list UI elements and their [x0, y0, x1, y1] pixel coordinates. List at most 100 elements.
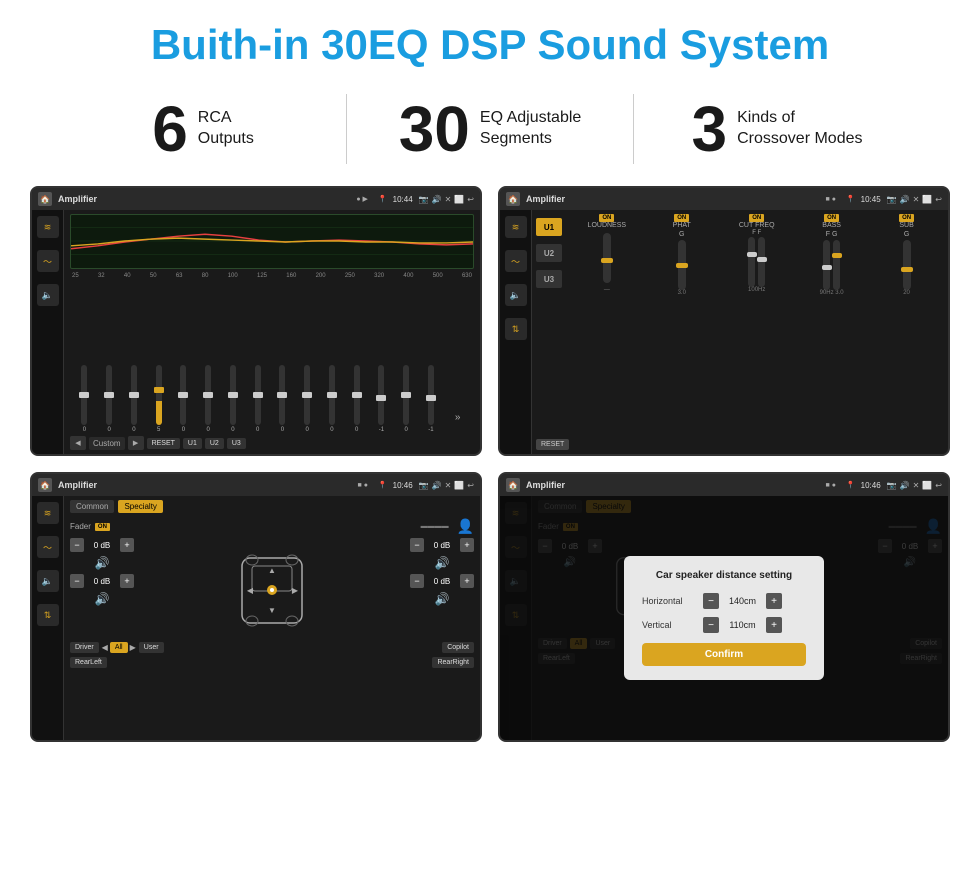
eq-title: Amplifier — [58, 194, 97, 204]
dist-volume: 🔊 — [900, 481, 910, 490]
eq-slider-14[interactable]: 0 — [403, 365, 409, 433]
fader-speaker-btn[interactable]: 🔈 — [37, 570, 59, 592]
vol4-plus[interactable]: + — [460, 574, 474, 588]
phat-on[interactable]: ON — [674, 214, 689, 222]
screens-grid: 🏠 Amplifier ● ▶ 📍 10:44 📷 🔊 ✕ ⬜ ↩ ≋ 〜 🔈 — [0, 182, 980, 752]
freq-50: 50 — [150, 273, 157, 279]
horizontal-minus-btn[interactable]: − — [703, 593, 719, 609]
eq-main-area: 25 32 40 50 63 80 100 125 160 200 250 32… — [64, 210, 480, 454]
cutfreq-on[interactable]: ON — [749, 214, 764, 222]
cross-home-icon[interactable]: 🏠 — [506, 192, 520, 206]
cross-dots: ■ ● — [826, 196, 836, 203]
horizontal-label: Horizontal — [642, 596, 697, 606]
eq-screen-content: ≋ 〜 🔈 — [32, 210, 480, 454]
cross-reset-btn[interactable]: RESET — [536, 439, 569, 450]
eq-slider-2[interactable]: 0 — [106, 365, 112, 433]
eq-more-icon[interactable]: » — [453, 412, 463, 433]
phat-slider[interactable] — [678, 240, 686, 290]
freq-80: 80 — [202, 273, 209, 279]
loudness-on[interactable]: ON — [599, 214, 614, 222]
sub-slider[interactable] — [903, 240, 911, 290]
vertical-minus-btn[interactable]: − — [703, 617, 719, 633]
fader-filter-btn[interactable]: ≋ — [37, 502, 59, 524]
eq-slider-8[interactable]: 0 — [255, 365, 261, 433]
vol3-plus[interactable]: + — [460, 538, 474, 552]
fader-status-icons: 📷 🔊 ✕ ⬜ ↩ — [419, 481, 474, 490]
dist-back[interactable]: ↩ — [935, 481, 942, 490]
bass-slider-2[interactable] — [833, 240, 840, 290]
eq-wave-btn[interactable]: 〜 — [37, 250, 59, 272]
vertical-plus-btn[interactable]: + — [766, 617, 782, 633]
eq-speaker-btn[interactable]: 🔈 — [37, 284, 59, 306]
eq-slider-6[interactable]: 0 — [205, 365, 211, 433]
fader-person-icon: 👤 — [457, 518, 474, 535]
eq-left-panel: ≋ 〜 🔈 — [32, 210, 64, 454]
cross-u1-btn[interactable]: U1 — [536, 218, 562, 236]
fader-on-badge[interactable]: ON — [95, 523, 110, 531]
all-btn[interactable]: All — [110, 642, 128, 653]
confirm-button[interactable]: Confirm — [642, 643, 806, 666]
bass-slider-1[interactable] — [823, 240, 830, 290]
vol4-minus[interactable]: − — [410, 574, 424, 588]
eq-slider-3[interactable]: 0 — [131, 365, 137, 433]
tab-specialty[interactable]: Specialty — [118, 500, 162, 513]
cross-title: Amplifier — [526, 194, 565, 204]
car-diagram-container: ▲ ▼ ◀ ▶ — [140, 538, 404, 638]
eq-slider-4[interactable]: 5 — [156, 365, 162, 433]
cross-arrows-btn[interactable]: ⇅ — [505, 318, 527, 340]
eq-slider-11[interactable]: 0 — [329, 365, 335, 433]
vertical-label: Vertical — [642, 620, 697, 630]
fader-time: 10:46 — [393, 481, 413, 490]
fader-wave-btn[interactable]: 〜 — [37, 536, 59, 558]
rearleft-btn[interactable]: RearLeft — [70, 657, 107, 668]
ctrl-phat: ON PHAT G 3.0 — [646, 214, 717, 450]
fader-tabs: Common Specialty — [70, 500, 474, 513]
vol3-minus[interactable]: − — [410, 538, 424, 552]
eq-slider-7[interactable]: 0 — [230, 365, 236, 433]
eq-slider-1[interactable]: 0 — [81, 365, 87, 433]
phat-g-label: G — [679, 231, 684, 238]
fader-back[interactable]: ↩ — [467, 481, 474, 490]
eq-prev-btn[interactable]: ◀ — [70, 436, 86, 450]
cross-back[interactable]: ↩ — [935, 195, 942, 204]
sub-on[interactable]: ON — [899, 214, 914, 222]
eq-reset-btn[interactable]: RESET — [147, 438, 180, 449]
cross-u3-btn[interactable]: U3 — [536, 270, 562, 288]
dist-home-icon[interactable]: 🏠 — [506, 478, 520, 492]
eq-u2-btn[interactable]: U2 — [205, 438, 224, 449]
eq-u1-btn[interactable]: U1 — [183, 438, 202, 449]
driver-btn[interactable]: Driver — [70, 642, 99, 653]
eq-slider-15[interactable]: -1 — [428, 365, 434, 433]
horizontal-plus-btn[interactable]: + — [766, 593, 782, 609]
loudness-slider[interactable] — [603, 233, 611, 283]
eq-slider-13[interactable]: -1 — [378, 365, 384, 433]
tab-common[interactable]: Common — [70, 500, 114, 513]
copilot-btn[interactable]: Copilot — [442, 642, 474, 653]
eq-slider-12[interactable]: 0 — [354, 365, 360, 433]
eq-slider-10[interactable]: 0 — [304, 365, 310, 433]
back-icon[interactable]: ↩ — [467, 195, 474, 204]
cross-filter-btn[interactable]: ≋ — [505, 216, 527, 238]
vol2-minus[interactable]: − — [70, 574, 84, 588]
vol1-plus[interactable]: + — [120, 538, 134, 552]
eq-u3-btn[interactable]: U3 — [227, 438, 246, 449]
cutfreq-slider-2[interactable] — [758, 237, 765, 287]
eq-next-btn[interactable]: ▶ — [128, 436, 144, 450]
vol1-minus[interactable]: − — [70, 538, 84, 552]
home-icon[interactable]: 🏠 — [38, 192, 52, 206]
sub-g: G — [904, 231, 909, 238]
bass-on[interactable]: ON — [824, 214, 839, 222]
eq-slider-5[interactable]: 0 — [180, 365, 186, 433]
eq-filter-btn[interactable]: ≋ — [37, 216, 59, 238]
cutfreq-slider-1[interactable] — [748, 237, 755, 287]
cross-wave-btn[interactable]: 〜 — [505, 250, 527, 272]
cross-u2-btn[interactable]: U2 — [536, 244, 562, 262]
vol2-plus[interactable]: + — [120, 574, 134, 588]
fader-home-icon[interactable]: 🏠 — [38, 478, 52, 492]
eq-slider-9[interactable]: 0 — [279, 365, 285, 433]
rearright-btn[interactable]: RearRight — [432, 657, 474, 668]
user-btn[interactable]: User — [139, 642, 164, 653]
fader-arrows-btn[interactable]: ⇅ — [37, 604, 59, 626]
fader-slider-bar[interactable]: ▬▬▬▬ — [421, 523, 449, 530]
cross-speaker-btn[interactable]: 🔈 — [505, 284, 527, 306]
